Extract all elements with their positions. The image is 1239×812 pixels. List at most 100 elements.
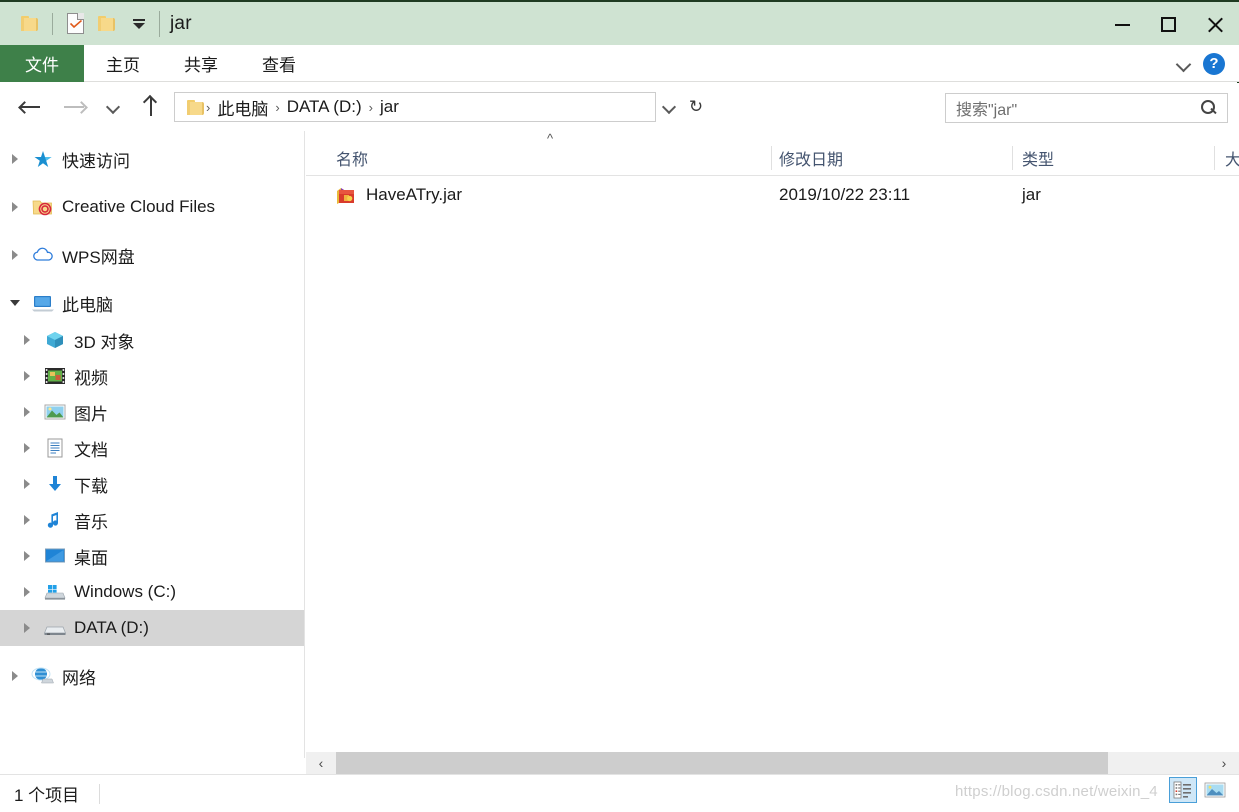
forward-arrow-icon <box>64 99 88 115</box>
breadcrumb-item-jar[interactable]: jar <box>374 97 405 117</box>
this-pc-icon <box>30 293 56 313</box>
horizontal-scrollbar[interactable]: ‹ › <box>306 752 1239 774</box>
search-box[interactable]: 搜索"jar" <box>945 93 1228 123</box>
file-list-pane[interactable]: ^ 名称 修改日期 类型 大 HaveATry.jar 2019/10/22 2… <box>306 131 1239 758</box>
expand-toggle[interactable] <box>0 202 30 212</box>
file-explorer-window: jar 文件 主页 共享 查看 ? › 此电脑 › DATA (D:) › ja… <box>0 0 1239 812</box>
forward-button[interactable] <box>58 90 92 124</box>
scrollbar-thumb[interactable] <box>336 752 1108 774</box>
sidebar-item-3d-objects[interactable]: 3D 对象 <box>0 322 304 358</box>
sidebar-item-creative-cloud-files[interactable]: Creative Cloud Files <box>0 189 304 225</box>
column-divider[interactable] <box>1012 146 1013 170</box>
column-header-row: 名称 修改日期 类型 大 <box>306 140 1239 176</box>
documents-icon <box>42 438 68 458</box>
sidebar-item-label: 快速访问 <box>62 151 130 171</box>
expand-toggle[interactable] <box>12 335 42 345</box>
recent-locations-button[interactable] <box>96 90 130 124</box>
back-button[interactable] <box>14 90 48 124</box>
expand-toggle[interactable] <box>12 407 42 417</box>
sidebar-item-this-pc[interactable]: 此电脑 <box>0 285 304 321</box>
tab-file[interactable]: 文件 <box>0 45 84 82</box>
sidebar-item-documents[interactable]: 文档 <box>0 430 304 466</box>
sidebar-item-network[interactable]: 网络 <box>0 658 304 694</box>
scroll-right-button[interactable]: › <box>1209 752 1239 774</box>
column-divider[interactable] <box>771 146 772 170</box>
file-name-text: HaveATry.jar <box>366 185 463 204</box>
breadcrumb-item-this-pc[interactable]: 此电脑 <box>211 95 274 120</box>
expand-toggle[interactable] <box>12 623 42 633</box>
column-header-name[interactable]: 名称 <box>336 140 368 175</box>
sidebar-item-quick-access[interactable]: 快速访问 <box>0 141 304 177</box>
sidebar-item-downloads[interactable]: 下载 <box>0 466 304 502</box>
address-path-box[interactable]: › 此电脑 › DATA (D:) › jar <box>174 92 656 122</box>
address-dropdown-button[interactable] <box>656 92 682 122</box>
expand-toggle[interactable] <box>0 154 30 164</box>
tab-home[interactable]: 主页 <box>84 45 162 82</box>
breadcrumb-item-data-d[interactable]: DATA (D:) <box>281 97 368 117</box>
expand-toggle[interactable] <box>12 371 42 381</box>
chevron-down-icon[interactable] <box>1177 57 1191 71</box>
sidebar-item-desktop[interactable]: 桌面 <box>0 538 304 574</box>
refresh-button[interactable]: ↻ <box>682 92 710 122</box>
chevron-down-icon <box>662 100 676 114</box>
column-header-modified[interactable]: 修改日期 <box>779 140 843 175</box>
sidebar-item-videos[interactable]: 视频 <box>0 358 304 394</box>
details-view-icon <box>1173 781 1191 799</box>
expand-toggle[interactable] <box>0 250 30 260</box>
properties-icon[interactable] <box>59 8 91 40</box>
large-icons-view-button[interactable] <box>1201 777 1229 803</box>
back-arrow-icon <box>18 99 42 115</box>
sidebar-item-music[interactable]: 音乐 <box>0 502 304 538</box>
tab-share[interactable]: 共享 <box>162 45 240 82</box>
tab-view[interactable]: 查看 <box>240 45 318 82</box>
sidebar-item-label: 下载 <box>74 476 108 496</box>
expand-toggle[interactable] <box>12 443 42 453</box>
jar-file-icon <box>336 186 356 205</box>
breadcrumb: › 此电脑 › DATA (D:) › jar <box>205 95 405 120</box>
large-icons-view-icon <box>1204 782 1226 798</box>
expand-toggle[interactable] <box>12 551 42 561</box>
windows-drive-icon <box>42 583 68 601</box>
ribbon-tab-bar: 文件 主页 共享 查看 ? <box>0 45 1239 82</box>
scroll-left-button[interactable]: ‹ <box>306 752 336 774</box>
sidebar-item-label: WPS网盘 <box>62 247 135 267</box>
up-button[interactable] <box>134 90 168 124</box>
videos-icon <box>42 367 68 385</box>
customize-qat-dropdown-icon[interactable] <box>123 8 155 40</box>
search-input[interactable]: 搜索"jar" <box>956 96 1201 120</box>
help-icon[interactable]: ? <box>1203 52 1225 75</box>
table-row[interactable]: HaveATry.jar 2019/10/22 23:11 jar <box>306 178 1239 212</box>
column-header-type[interactable]: 类型 <box>1022 140 1054 175</box>
minimize-button[interactable] <box>1099 2 1145 47</box>
sidebar-item-pictures[interactable]: 图片 <box>0 394 304 430</box>
maximize-button[interactable] <box>1145 2 1191 47</box>
checkmark-icon <box>69 20 82 28</box>
desktop-icon <box>42 547 68 565</box>
sidebar-item-label: Creative Cloud Files <box>62 197 216 216</box>
sidebar-item-wps-cloud[interactable]: WPS网盘 <box>0 237 304 273</box>
column-divider[interactable] <box>1214 146 1215 170</box>
file-name-cell[interactable]: HaveATry.jar <box>336 185 462 205</box>
window-title: jar <box>170 12 192 34</box>
sidebar-item-label: 音乐 <box>74 512 108 532</box>
folder-glyph <box>21 16 39 31</box>
folder-icon[interactable] <box>14 8 46 40</box>
new-folder-glyph <box>98 16 116 31</box>
expand-toggle[interactable] <box>0 671 30 681</box>
downloads-icon <box>42 474 68 494</box>
new-folder-icon[interactable] <box>91 8 123 40</box>
cloud-icon <box>30 246 56 264</box>
expand-toggle[interactable] <box>12 479 42 489</box>
document-check-glyph <box>66 13 84 34</box>
scrollbar-track[interactable] <box>336 752 1209 774</box>
details-view-button[interactable] <box>1169 777 1197 803</box>
column-header-size[interactable]: 大 <box>1225 140 1239 175</box>
collapse-toggle[interactable] <box>0 300 30 306</box>
navigation-pane[interactable]: 快速访问 Creative Cloud Files WPS网盘 此电脑 3D 对… <box>0 131 305 758</box>
sidebar-item-windows-c[interactable]: Windows (C:) <box>0 574 304 610</box>
expand-toggle[interactable] <box>12 515 42 525</box>
close-button[interactable] <box>1191 2 1239 47</box>
pictures-icon <box>42 403 68 421</box>
sidebar-item-data-d[interactable]: DATA (D:) <box>0 610 304 646</box>
expand-toggle[interactable] <box>12 587 42 597</box>
